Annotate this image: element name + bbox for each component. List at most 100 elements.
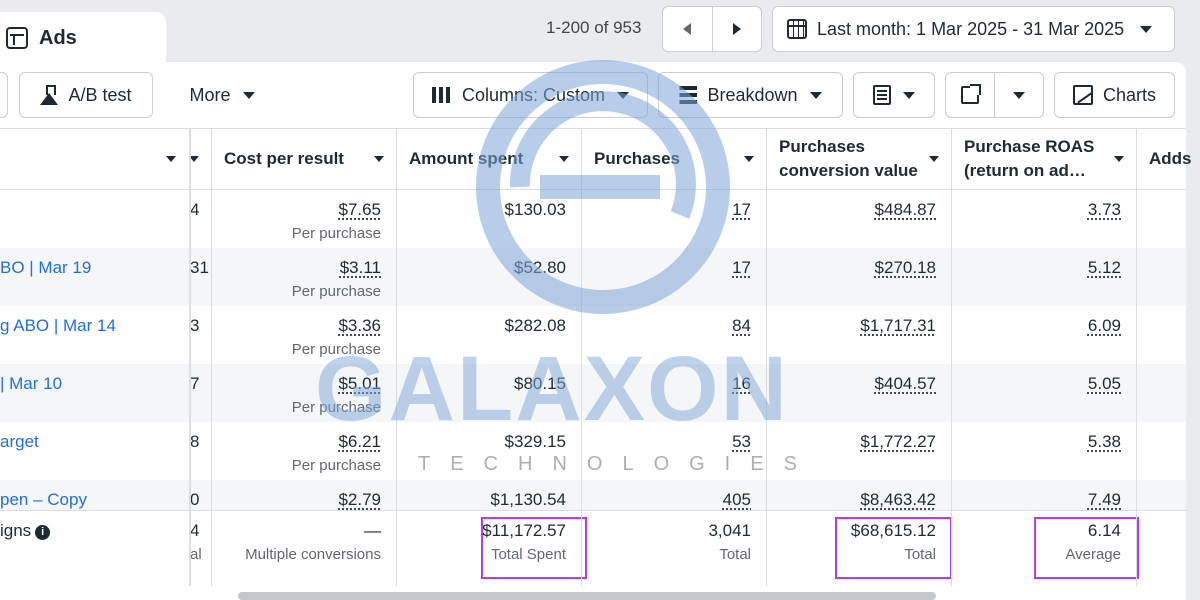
truncated-cell-value: 31 — [190, 258, 209, 277]
cell-value[interactable]: $8,463.42 — [860, 490, 936, 510]
column-header-purchases[interactable]: Purchases — [582, 129, 766, 189]
campaign-name-link[interactable]: pen – Copy — [0, 490, 87, 510]
cell-value[interactable]: 16 — [732, 374, 751, 394]
date-range-picker[interactable]: Last month: 1 Mar 2025 - 31 Mar 2025 — [772, 6, 1175, 52]
campaign-name-link[interactable]: g ABO | Mar 14 — [0, 316, 116, 336]
column-header-label: Purchases — [594, 149, 680, 168]
cell-value: $282.08 — [504, 316, 566, 335]
cell-cost-per-result: $5.01 Per purchase — [212, 364, 397, 422]
ab-test-button[interactable]: A/B test — [19, 72, 153, 118]
top-bar: Ads 1-200 of 953 Last month: 1 Mar 2025 … — [0, 0, 1200, 64]
export-button[interactable] — [946, 73, 994, 117]
column-header-cost-per-result[interactable]: Cost per result — [212, 129, 396, 189]
cell-value[interactable]: $3.36 — [338, 316, 381, 336]
reports-button[interactable] — [853, 72, 935, 118]
cell-amount-spent: $329.15 — [397, 422, 582, 480]
calendar-icon — [787, 19, 807, 39]
caret-down-icon[interactable] — [166, 156, 176, 162]
info-icon[interactable]: i — [35, 525, 51, 540]
column-header-amount-spent[interactable]: Amount spent — [397, 129, 581, 189]
cell-value[interactable]: 5.05 — [1088, 374, 1121, 394]
cell-purchases: 16 — [582, 364, 767, 422]
totals-truncated-sub: al — [190, 546, 202, 563]
cell-cost-per-result: $7.65 Per purchase — [212, 190, 397, 248]
totals-cost-value: — — [364, 521, 381, 540]
cell-subtext: Per purchase — [291, 283, 381, 300]
cell-purchase-roas: 5.12 — [952, 248, 1137, 306]
column-header-label: Adds — [1149, 149, 1192, 168]
column-header-label: Cost per result — [224, 149, 344, 168]
campaign-name-link[interactable]: arget — [0, 432, 39, 452]
cell-value[interactable]: 84 — [732, 316, 751, 336]
table-row[interactable]: arget 8 $6.21 Per purchase $329.15 53 $1,772.2… — [0, 422, 1186, 480]
horizontal-scrollbar[interactable] — [238, 592, 936, 600]
cell-value[interactable]: 53 — [732, 432, 751, 452]
cell-value[interactable]: $484.87 — [875, 200, 936, 220]
table-row[interactable]: g ABO | Mar 14 3 $3.36 Per purchase $282.08 8… — [0, 306, 1186, 364]
totals-purchases-value: 3,041 — [708, 521, 751, 540]
toolbar-left-button-edge[interactable] — [0, 72, 8, 118]
column-header-purchase-roas[interactable]: Purchase ROAS (return on ad… — [952, 129, 1136, 189]
column-divider — [396, 128, 397, 586]
campaign-name-link[interactable]: | Mar 10 — [0, 374, 62, 394]
cell-value[interactable]: 17 — [732, 258, 751, 278]
pager — [662, 6, 762, 52]
cell-value[interactable]: 6.09 — [1088, 316, 1121, 336]
cell-amount-spent: $80.15 — [397, 364, 582, 422]
cell-value[interactable]: $2.79 — [338, 490, 381, 510]
previous-page-button[interactable] — [663, 7, 712, 51]
charts-button[interactable]: Charts — [1054, 72, 1175, 118]
next-page-button[interactable] — [711, 7, 762, 51]
flask-icon — [40, 85, 59, 105]
highlight-box-conversion-value — [835, 517, 952, 579]
cell-value[interactable]: 5.12 — [1088, 258, 1121, 278]
totals-name-label: igns — [0, 521, 32, 540]
columns-button[interactable]: Columns: Custom — [413, 72, 648, 118]
cell-conversion-value: $484.87 — [767, 190, 952, 248]
column-header-label: Purchase ROAS (return on ad… — [964, 135, 1094, 183]
table-row[interactable]: | Mar 10 7 $5.01 Per purchase $80.15 16 $404.5… — [0, 364, 1186, 422]
cell-value[interactable]: $6.21 — [338, 432, 381, 452]
cell-conversion-value: $1,772.27 — [767, 422, 952, 480]
more-button[interactable]: More — [170, 72, 274, 118]
table-row[interactable]: 4 $7.65 Per purchase $130.03 17 $484.87 3.73 — [0, 190, 1186, 248]
cell-purchase-roas: 5.05 — [952, 364, 1137, 422]
cell-value: $329.15 — [504, 432, 566, 451]
cell-subtext: Per purchase — [291, 225, 381, 242]
ab-test-label: A/B test — [68, 84, 132, 105]
cell-value[interactable]: $7.65 — [338, 200, 381, 220]
ads-tab-label: Ads — [39, 26, 77, 49]
ads-tab[interactable]: Ads — [0, 12, 166, 64]
cell-value[interactable]: $404.57 — [875, 374, 936, 394]
cell-purchase-roas: 6.09 — [952, 306, 1137, 364]
cell-value[interactable]: 3.73 — [1088, 200, 1121, 220]
cell-value[interactable]: 17 — [732, 200, 751, 220]
cell-conversion-value: $404.57 — [767, 364, 952, 422]
more-label: More — [189, 84, 231, 105]
caret-down-icon — [559, 156, 569, 162]
breakdown-button[interactable]: Breakdown — [658, 72, 843, 118]
cell-value[interactable]: $1,717.31 — [860, 316, 936, 336]
cell-value[interactable]: 7.49 — [1088, 490, 1121, 510]
cell-value[interactable]: $1,772.27 — [860, 432, 936, 452]
totals-purchases: 3,041 Total — [582, 511, 767, 587]
caret-down-icon — [1012, 91, 1025, 99]
cell-conversion-value: $270.18 — [767, 248, 952, 306]
cell-value[interactable]: $270.18 — [875, 258, 936, 278]
column-divider — [211, 128, 212, 586]
cell-value[interactable]: $5.01 — [338, 374, 381, 394]
column-header-conversion-value[interactable]: Purchases conversion value — [767, 129, 951, 189]
charts-label: Charts — [1102, 84, 1156, 105]
cell-cost-per-result: $3.36 Per purchase — [212, 306, 397, 364]
campaign-name-link[interactable]: BO | Mar 19 — [0, 258, 91, 278]
export-menu-button[interactable] — [993, 73, 1044, 117]
cell-value[interactable]: $3.11 — [340, 258, 381, 278]
cell-value[interactable]: 5.38 — [1088, 432, 1121, 452]
export-icon — [960, 84, 981, 104]
table-row[interactable]: BO | Mar 19 31 $3.11 Per purchase $52.80 17 $2… — [0, 248, 1186, 306]
column-header-adds[interactable]: Adds — [1137, 129, 1197, 189]
column-divider — [766, 128, 767, 586]
totals-row: igns i 4 al — Multiple conversions $11,17… — [0, 510, 1186, 586]
truncated-cell-value: 7 — [190, 374, 200, 393]
cell-value[interactable]: 405 — [723, 490, 751, 510]
